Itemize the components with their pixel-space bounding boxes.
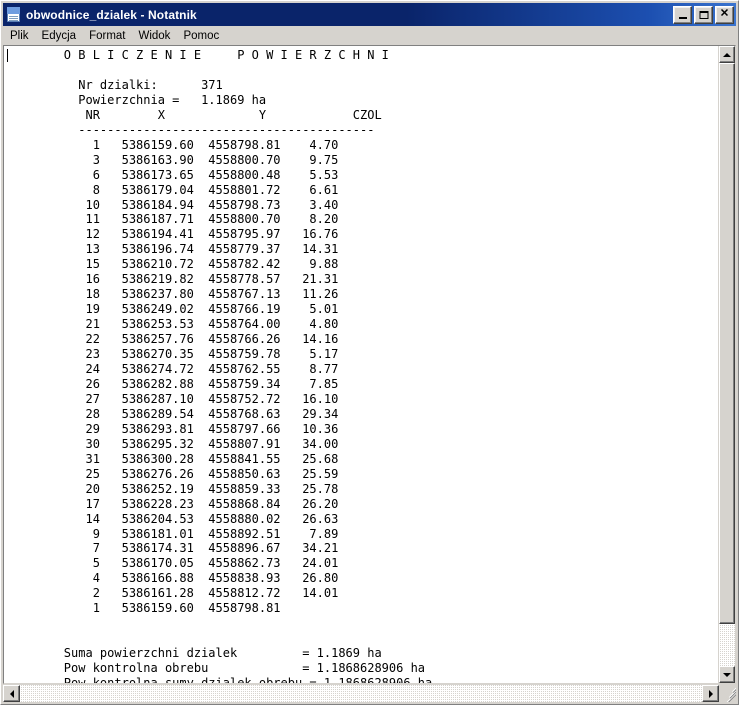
scroll-down-button[interactable] (719, 666, 735, 683)
maximize-button[interactable] (694, 5, 713, 24)
vertical-scroll-track[interactable] (719, 63, 735, 666)
text-editor-frame: O B L I C Z E N I E P O W I E R Z C H N … (3, 45, 736, 684)
scroll-left-button[interactable] (3, 685, 20, 702)
menu-item-pomoc[interactable]: Pomoc (177, 28, 226, 44)
document-text: O B L I C Z E N I E P O W I E R Z C H N … (63, 48, 432, 683)
minimize-button[interactable] (673, 5, 692, 24)
menu-item-edycja[interactable]: Edycja (36, 28, 84, 44)
horizontal-scrollbar-row (3, 685, 736, 702)
vertical-scroll-thumb[interactable] (719, 63, 735, 624)
menu-item-format[interactable]: Format (83, 28, 132, 44)
menu-item-widok[interactable]: Widok (132, 28, 177, 44)
scroll-right-arrow-icon (708, 689, 713, 698)
scroll-up-button[interactable] (719, 46, 735, 63)
close-icon: ✕ (719, 7, 730, 19)
client-area: O B L I C Z E N I E P O W I E R Z C H N … (3, 45, 736, 702)
horizontal-scroll-track[interactable] (20, 685, 702, 702)
menu-bar: Plik Edycja Format Widok Pomoc (1, 26, 738, 45)
notepad-icon (6, 6, 22, 23)
scroll-down-arrow-icon (723, 672, 731, 677)
scroll-left-arrow-icon (9, 689, 14, 698)
scroll-up-arrow-icon (723, 52, 731, 57)
text-caret (7, 49, 8, 62)
close-button[interactable]: ✕ (715, 5, 734, 24)
vertical-scrollbar[interactable] (718, 46, 735, 683)
text-area[interactable]: O B L I C Z E N I E P O W I E R Z C H N … (4, 46, 718, 683)
horizontal-scrollbar[interactable] (3, 685, 719, 702)
window-title: obwodnice_dzialek - Notatnik (26, 7, 197, 22)
scroll-right-button[interactable] (702, 685, 719, 702)
window-controls: ✕ (673, 5, 734, 24)
resize-grip[interactable] (719, 685, 736, 702)
title-bar[interactable]: obwodnice_dzialek - Notatnik ✕ (3, 3, 736, 26)
menu-item-plik[interactable]: Plik (4, 28, 36, 44)
notepad-window: obwodnice_dzialek - Notatnik ✕ Plik Edyc… (0, 0, 739, 705)
